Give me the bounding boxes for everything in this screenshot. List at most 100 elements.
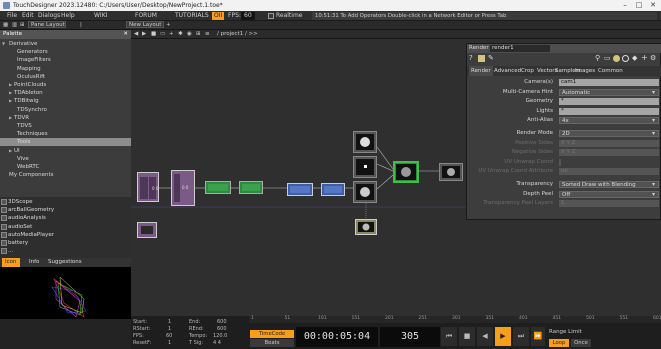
param-value-field[interactable]: 2D [559, 130, 659, 137]
palette-item[interactable]: Generators [0, 48, 131, 56]
list-icon[interactable]: ≡ [205, 30, 210, 39]
lock-icon[interactable] [613, 55, 620, 62]
network-path[interactable]: / project1 / >> [217, 30, 258, 39]
timecode-display[interactable]: 00:00:05:04 [296, 327, 378, 347]
expand-right-icon[interactable]: ▶ [9, 81, 12, 89]
dropdown-arrow-icon[interactable]: ▾ [652, 190, 655, 199]
palette-item[interactable]: ▶ TDBitwig [0, 97, 131, 105]
menu-file[interactable]: File [7, 11, 17, 21]
op-node-comp-a[interactable] [287, 183, 313, 196]
op-node-light[interactable] [353, 131, 377, 153]
grid-icon[interactable]: ⊞ [20, 21, 25, 30]
operator-list-item[interactable]: arcBallGeometry [0, 206, 131, 214]
frame-display[interactable]: 305 [380, 327, 440, 347]
play-button[interactable]: ▶ [495, 327, 511, 346]
tsig-value[interactable]: 4 4 [213, 340, 221, 346]
python-icon[interactable]: ✎ [488, 54, 494, 62]
expand-right-icon[interactable]: ▶ [9, 97, 12, 105]
param-op-name[interactable]: render1 [490, 45, 550, 52]
wiki-link[interactable]: WIKI [94, 11, 107, 21]
param-value-field[interactable]: Sorted Draw with Blending [559, 181, 659, 188]
once-toggle[interactable]: Once [571, 339, 591, 347]
op-node-geometry[interactable] [353, 181, 377, 203]
add-layout-button[interactable]: + [166, 21, 171, 30]
menu-dialogs[interactable]: Dialogs [38, 11, 60, 21]
param-value-field[interactable]: X Y Z [559, 139, 659, 147]
param-value-field[interactable]: 4x [559, 117, 659, 125]
forum-link[interactable]: FORUM [135, 11, 157, 21]
tab-suggestions[interactable]: Suggestions [45, 258, 85, 267]
operator-list-item[interactable]: audioSet [0, 223, 131, 231]
end-button[interactable]: ⏩ [531, 327, 545, 346]
param-value-field[interactable]: * [559, 98, 659, 106]
param-tab[interactable]: Images [573, 66, 597, 76]
param-value-field[interactable]: Off [559, 190, 659, 198]
rend-value[interactable]: 600 [217, 326, 227, 332]
param-value-field[interactable]: 1 [559, 200, 659, 208]
palette-item[interactable]: Techniques [0, 130, 131, 138]
comp-icon[interactable]: ▭ [604, 54, 611, 62]
oii-badge[interactable]: OII [212, 12, 225, 20]
palette-item[interactable]: My Components [0, 171, 131, 179]
tutorials-link[interactable]: TUTORIALS [175, 11, 209, 21]
home-icon[interactable]: ■ [151, 30, 156, 39]
new-layout-tab[interactable]: New Layout [129, 21, 161, 30]
fps-setting-value[interactable]: 60 [166, 333, 172, 339]
play-reverse-button[interactable]: ◀ [477, 327, 493, 346]
palette-item[interactable]: WebRTC [0, 163, 131, 171]
op-node-null[interactable] [439, 163, 463, 181]
op-node-sop-a[interactable] [205, 181, 231, 194]
dropdown-arrow-icon[interactable]: ▾ [652, 88, 655, 97]
plus-icon[interactable]: + [169, 30, 174, 39]
stop-button[interactable]: ⏮ [441, 327, 457, 346]
bookmark-icon[interactable]: ▭ [160, 30, 165, 39]
loop-toggle[interactable]: Loop [549, 339, 569, 347]
palette-item[interactable]: ▶ TDAbleton [0, 89, 131, 97]
param-value-field[interactable]: uv [559, 168, 659, 176]
end-value[interactable]: 600 [217, 319, 227, 325]
op-node-chop-a[interactable]: 0 0 [137, 172, 159, 202]
view-icon[interactable]: ◉ [187, 30, 192, 39]
param-tab[interactable]: Crop [519, 66, 536, 76]
resetf-value[interactable]: 1 [168, 340, 171, 346]
param-tab[interactable]: Common [596, 66, 625, 76]
fwd-arrow-icon[interactable]: ▶ [142, 30, 146, 39]
split-icon[interactable]: ▥ [12, 21, 17, 30]
dropdown-arrow-icon[interactable]: ▾ [652, 129, 655, 138]
beats-toggle[interactable]: Beats [250, 339, 294, 347]
back-arrow-icon[interactable]: ◀ [134, 30, 138, 39]
maximize-button[interactable]: □ [632, 0, 646, 11]
expand-right-icon[interactable]: ▶ [9, 89, 12, 97]
palette-item[interactable]: ▶ TDVR [0, 114, 131, 122]
op-node-material[interactable] [355, 219, 377, 235]
info-icon[interactable] [478, 55, 485, 62]
bypass-icon[interactable]: ◆ [632, 54, 637, 62]
realtime-checkbox[interactable] [268, 13, 274, 19]
menu-edit[interactable]: Edit [22, 11, 34, 21]
palette-item[interactable]: Tools [0, 138, 131, 147]
palette-item[interactable]: OculusRift [0, 73, 131, 81]
layout-icon[interactable]: ▦ [3, 21, 8, 30]
dropdown-arrow-icon[interactable]: ▾ [652, 180, 655, 189]
menu-help[interactable]: Help [61, 11, 75, 21]
minimize-button[interactable]: – [618, 0, 632, 11]
expand-right-icon[interactable]: ▶ [9, 147, 12, 155]
param-value-field[interactable]: cam1 [559, 79, 659, 86]
palette-close-icon[interactable]: ✕ [123, 30, 128, 39]
tab-icon[interactable]: Icon [2, 258, 20, 267]
timecode-toggle[interactable]: TimeCode [250, 330, 294, 338]
param-value-field[interactable] [559, 158, 561, 166]
palette-item[interactable]: ▶ UI [0, 147, 131, 155]
palette-item[interactable]: ▶ PointClouds [0, 81, 131, 89]
param-tab[interactable]: Render [469, 66, 493, 76]
star-icon[interactable]: ✱ [178, 30, 183, 39]
viewer-icon[interactable] [622, 55, 629, 62]
param-value-field[interactable]: Automatic [559, 88, 659, 96]
palette-item[interactable]: ImageFilters [0, 56, 131, 64]
pause-button[interactable]: ■ [459, 327, 475, 346]
realtime-label[interactable]: Realtime [276, 11, 303, 21]
add-param-icon[interactable]: + [641, 54, 648, 62]
op-node-render-selected[interactable] [393, 161, 419, 183]
param-value-field[interactable]: X Y Z [559, 149, 659, 157]
op-node-chop-c[interactable] [137, 222, 157, 238]
